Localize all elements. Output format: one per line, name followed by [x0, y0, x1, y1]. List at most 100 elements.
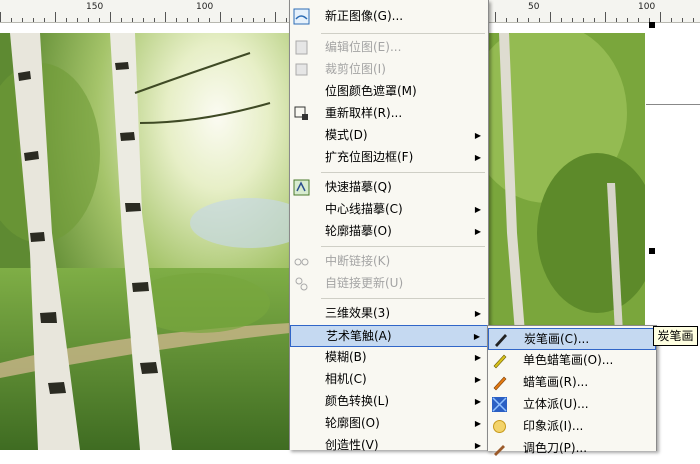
submenu-item-cubist[interactable]: 立体派(U)...	[488, 394, 656, 415]
ruler-label: 100	[638, 2, 656, 12]
menu-item-crop-bitmap[interactable]: 裁剪位图(I)	[290, 59, 488, 80]
ruler-tick	[220, 12, 221, 22]
submenu-item-crayon[interactable]: 蜡笔画(R)...	[488, 372, 656, 393]
menu-item-straighten-image[interactable]: 新正图像(G)...	[290, 6, 488, 27]
resample-icon	[293, 105, 310, 122]
ruler-tick	[154, 18, 155, 22]
menu-item-quick-trace[interactable]: 快速描摹(Q)	[290, 177, 488, 198]
menu-item-creative[interactable]: 创造性(V) ▶	[290, 435, 488, 456]
selection-handle[interactable]	[649, 22, 655, 28]
menu-item-label: 模式(D)	[325, 128, 368, 142]
ruler-tick	[198, 18, 199, 22]
ruler-label: 150	[86, 2, 104, 12]
menu-item-color-transform[interactable]: 颜色转换(L) ▶	[290, 391, 488, 412]
menu-item-label: 编辑位图(E)...	[325, 40, 402, 54]
ruler-tick	[99, 18, 100, 22]
ruler-label: 50	[528, 2, 540, 12]
submenu-arrow-icon: ▶	[474, 227, 481, 236]
ruler-tick	[561, 18, 562, 22]
ruler-tick	[627, 18, 628, 22]
crop-bitmap-icon	[293, 61, 310, 78]
submenu-arrow-icon: ▶	[474, 131, 481, 140]
ruler-tick	[594, 18, 595, 22]
menu-item-break-link[interactable]: 中断链接(K)	[290, 251, 488, 272]
menu-item-art-strokes[interactable]: 艺术笔触(A) ▶	[290, 325, 488, 347]
ruler-tick	[33, 18, 34, 22]
ruler-tick	[275, 12, 276, 22]
ruler-tick	[583, 18, 584, 22]
menu-item-label: 新正图像(G)...	[325, 9, 404, 23]
ruler-tick	[77, 18, 78, 22]
conte-crayon-icon	[491, 352, 508, 369]
menu-item-camera[interactable]: 相机(C) ▶	[290, 369, 488, 390]
tooltip: 炭笔画	[653, 326, 698, 346]
ruler-tick	[231, 18, 232, 22]
ruler-tick	[55, 12, 56, 22]
menu-separator	[321, 246, 485, 247]
submenu-item-label: 蜡笔画(R)...	[523, 375, 589, 389]
menu-item-label: 位图颜色遮罩(M)	[325, 84, 417, 98]
menu-item-label: 三维效果(3)	[325, 306, 390, 320]
menu-item-edit-bitmap[interactable]: 编辑位图(E)...	[290, 37, 488, 58]
ruler-tick	[528, 18, 529, 22]
ruler-tick	[187, 18, 188, 22]
submenu-item-label: 调色刀(P)...	[523, 441, 588, 455]
menu-item-outline-trace[interactable]: 轮廓描摹(O) ▶	[290, 221, 488, 242]
submenu-arrow-icon: ▶	[474, 153, 481, 162]
ruler-tick	[506, 18, 507, 22]
menu-item-label: 裁剪位图(I)	[325, 62, 386, 76]
menu-item-label: 快速描摹(Q)	[325, 180, 392, 194]
menu-item-label: 轮廓图(O)	[325, 416, 380, 430]
submenu-item-label: 单色蜡笔画(O)...	[523, 353, 614, 367]
submenu-item-charcoal[interactable]: 炭笔画(C)...	[488, 328, 656, 350]
menu-item-label: 相机(C)	[325, 372, 367, 386]
ruler-tick	[539, 18, 540, 22]
art-strokes-submenu: 炭笔画(C)... 单色蜡笔画(O)... 蜡笔画(R)... 立体派(U)..…	[487, 325, 657, 456]
submenu-arrow-icon: ▶	[474, 419, 481, 428]
selection-handle[interactable]	[649, 248, 655, 254]
ruler-tick	[242, 18, 243, 22]
ruler-tick	[550, 12, 551, 22]
submenu-item-label: 炭笔画(C)...	[524, 332, 590, 346]
ruler-tick	[22, 18, 23, 22]
menu-item-resample[interactable]: 重新取样(R)...	[290, 103, 488, 124]
submenu-item-impressionist[interactable]: 印象派(I)...	[488, 416, 656, 437]
menu-item-mode[interactable]: 模式(D) ▶	[290, 125, 488, 146]
menu-separator	[321, 298, 485, 299]
menu-item-contour[interactable]: 轮廓图(O) ▶	[290, 413, 488, 434]
menu-item-centerline-trace[interactable]: 中心线描摹(C) ▶	[290, 199, 488, 220]
ruler-tick	[572, 18, 573, 22]
submenu-item-label: 印象派(I)...	[523, 419, 584, 433]
submenu-item-label: 立体派(U)...	[523, 397, 589, 411]
crayon-icon	[491, 374, 508, 391]
menu-item-label: 自链接更新(U)	[325, 276, 404, 290]
menu-separator	[321, 33, 485, 34]
submenu-arrow-icon: ▶	[474, 205, 481, 214]
menu-item-3d-effects[interactable]: 三维效果(3) ▶	[290, 303, 488, 324]
ruler-tick	[660, 12, 661, 22]
submenu-arrow-icon: ▶	[474, 397, 481, 406]
menu-item-inflate-bitmap[interactable]: 扩充位图边框(F) ▶	[290, 147, 488, 168]
submenu-item-conte-crayon[interactable]: 单色蜡笔画(O)...	[488, 350, 656, 371]
submenu-arrow-icon: ▶	[474, 375, 481, 384]
birch-photo-left[interactable]	[0, 33, 290, 450]
impressionist-icon	[491, 418, 508, 435]
ruler-tick	[253, 18, 254, 22]
submenu-item-palette-knife[interactable]: 调色刀(P)...	[488, 438, 656, 459]
ruler-tick	[44, 18, 45, 22]
menu-item-bitmap-color-mask[interactable]: 位图颜色遮罩(M)	[290, 81, 488, 102]
ruler-tick	[143, 18, 144, 22]
submenu-arrow-icon: ▶	[474, 309, 481, 318]
menu-item-label: 中心线描摹(C)	[325, 202, 403, 216]
break-link-icon	[293, 253, 310, 270]
ruler-tick	[110, 12, 111, 22]
menu-item-blur[interactable]: 模糊(B) ▶	[290, 347, 488, 368]
quick-trace-icon	[293, 179, 310, 196]
submenu-arrow-icon: ▶	[473, 332, 480, 341]
menu-item-label: 扩充位图边框(F)	[325, 150, 414, 164]
ruler-tick	[495, 12, 496, 22]
menu-item-label: 颜色转换(L)	[325, 394, 390, 408]
menu-item-label: 重新取样(R)...	[325, 106, 403, 120]
menu-item-update-link[interactable]: 自链接更新(U)	[290, 273, 488, 294]
ruler-tick	[132, 18, 133, 22]
